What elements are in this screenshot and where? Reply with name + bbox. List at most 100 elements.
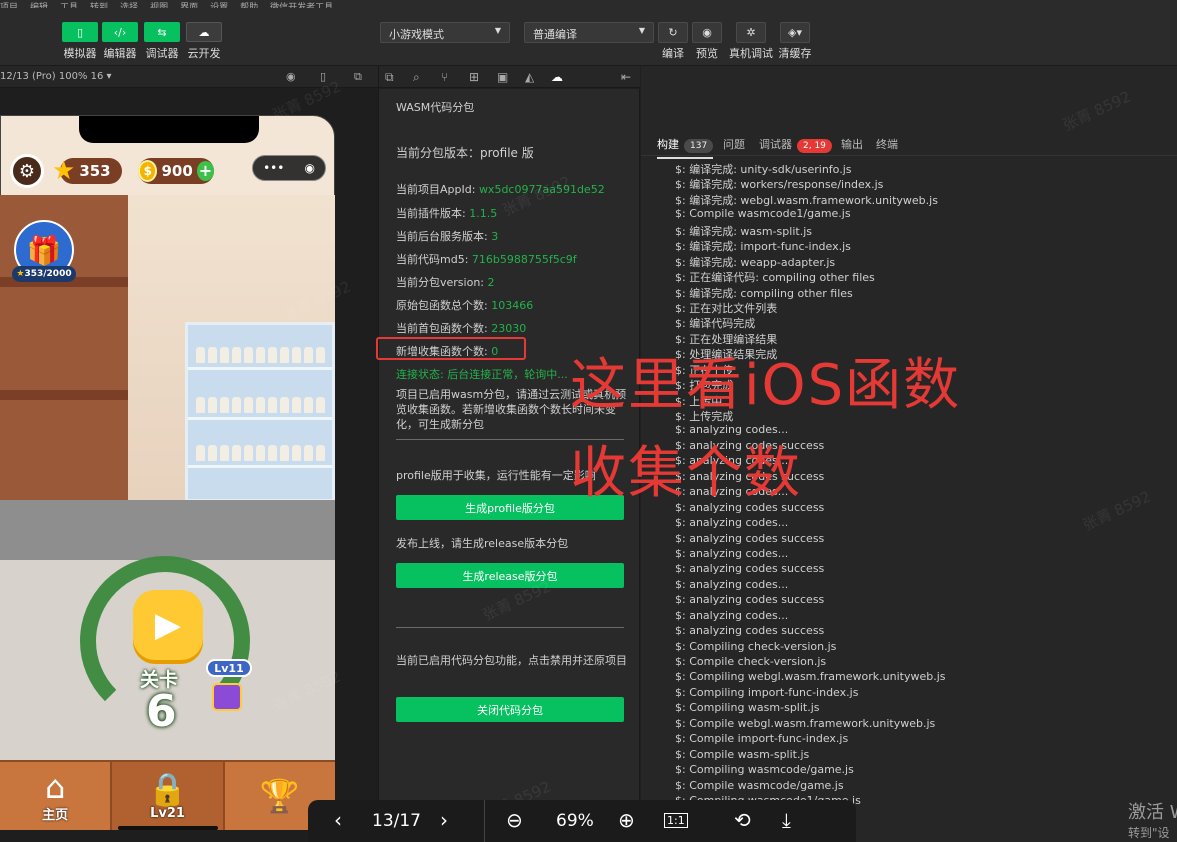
phone-notch	[79, 116, 259, 143]
generate-release-button[interactable]: 生成release版分包	[396, 563, 624, 588]
editor-toggle-button[interactable]: ‹/›	[102, 22, 138, 42]
tab-terminal[interactable]: 终端	[876, 136, 898, 152]
menu-item[interactable]: 转到	[90, 3, 108, 8]
log-line: $: Compiling webgl.wasm.framework.unityw…	[675, 670, 946, 684]
search-icon[interactable]: ⌕	[413, 70, 420, 85]
device-info[interactable]: 12/13 (Pro) 100% 16 ▾	[0, 71, 112, 82]
home-indicator	[118, 826, 218, 830]
windows-activation-hint: 转到"设	[1128, 826, 1170, 840]
more-icon[interactable]: •••	[263, 161, 284, 175]
arrows-icon: ⇆	[157, 25, 167, 39]
log-line: $: analyzing codes success	[675, 531, 825, 545]
plugin-label: 当前插件版本:	[396, 207, 466, 220]
miniprogram-capsule[interactable]: ••• ◉	[252, 155, 326, 181]
cloud-dev-icon[interactable]: ▣	[497, 70, 508, 84]
appid-label: 当前项目AppId:	[396, 183, 476, 196]
collapse-panel-icon[interactable]: ⇤	[621, 70, 631, 84]
pkg-version-label: 当前分包version:	[396, 276, 484, 289]
log-line: $: analyzing codes success	[675, 624, 825, 638]
add-coin-icon[interactable]: +	[196, 161, 214, 181]
backend-row: 当前后台服务版本: 3	[396, 228, 498, 244]
caret-down-icon: ▼	[638, 26, 645, 35]
zoom-out-icon[interactable]: ⊖	[506, 808, 523, 832]
tab-output[interactable]: 输出	[841, 136, 863, 152]
game-fridge	[185, 322, 335, 502]
rotate-icon[interactable]: ⟲	[734, 808, 751, 832]
orig-func-label: 原始包函数总个数:	[396, 299, 488, 312]
menu-item[interactable]: 微信开发者工具	[270, 3, 333, 8]
debugger-toggle-button[interactable]: ⇆	[144, 22, 180, 42]
log-line: $: Compile wasmcode1/game.js	[675, 207, 851, 221]
game-counter	[0, 500, 335, 560]
log-line: $: 编译完成: compiling other files	[675, 286, 853, 300]
pkg-version-value: 2	[487, 276, 495, 289]
actual-size-icon[interactable]: 1:1	[664, 813, 688, 828]
lock-icon: 🔒	[147, 769, 188, 808]
md5-row: 当前代码md5: 716b5988755f5c9f	[396, 251, 577, 267]
branch-icon[interactable]: ⑂	[441, 70, 448, 84]
first-func-label: 当前首包函数个数:	[396, 322, 488, 335]
extensions-icon[interactable]: ⊞	[469, 70, 479, 84]
house-icon: ⌂	[45, 767, 66, 806]
files-icon[interactable]: ⧉	[385, 70, 394, 85]
tab-debugger[interactable]: 调试器 2, 19	[759, 136, 832, 153]
mode-select[interactable]: 小游戏模式 ▼	[380, 22, 510, 43]
simulator-toggle-button[interactable]: ▯	[62, 22, 98, 42]
settings-gear-icon[interactable]: ⚙	[10, 154, 44, 188]
gift-progress: ★ 353/2000	[12, 266, 76, 282]
menu-item[interactable]: 工具	[60, 3, 78, 8]
cloud-button[interactable]: ☁	[186, 22, 222, 42]
compile-button[interactable]: ↻	[658, 22, 688, 43]
menu-item[interactable]: 帮助	[240, 3, 258, 8]
log-line: $: analyzing codes success	[675, 593, 825, 607]
coin-icon: $	[138, 160, 158, 182]
divider	[484, 800, 485, 842]
page-indicator: 13/17	[372, 811, 421, 831]
zoom-in-icon[interactable]: ⊕	[618, 808, 635, 832]
whale-icon[interactable]: ◭	[525, 70, 534, 84]
coin-counter: $900 +	[138, 158, 214, 184]
play-button[interactable]: ▶	[133, 590, 203, 660]
log-line: $: Compiling check-version.js	[675, 639, 837, 653]
window-icon[interactable]: ⧉	[354, 70, 362, 84]
preview-label: 预览	[696, 47, 718, 60]
menu-item[interactable]: 项目	[0, 3, 18, 8]
clear-cache-button[interactable]: ◈▾	[780, 22, 810, 43]
disable-description: 当前已启用代码分包功能，点击禁用并还原项目	[396, 654, 627, 667]
log-line: $: analyzing codes...	[675, 577, 789, 591]
menu-item[interactable]: 界面	[180, 3, 198, 8]
close-split-button[interactable]: 关闭代码分包	[396, 697, 624, 722]
tab-home[interactable]: ⌂ 主页	[0, 762, 113, 830]
connection-status: 连接状态: 后台连接正常，轮询中...	[396, 368, 568, 381]
log-line: $: 编译完成: workers/response/index.js	[675, 178, 884, 192]
next-page-icon[interactable]: ›	[440, 808, 448, 832]
tab-locked[interactable]: 🔒 Lv21	[112, 762, 225, 830]
close-target-icon[interactable]: ◉	[304, 161, 314, 175]
log-line: $: 正在编译代码: compiling other files	[675, 271, 875, 285]
tab-build[interactable]: 构建 137	[657, 136, 714, 159]
tab-problems[interactable]: 问题	[723, 136, 745, 152]
preview-button[interactable]: ◉	[692, 22, 722, 43]
previous-page-icon[interactable]: ‹	[334, 808, 342, 832]
annotation-line-1: 这里看iOS函数	[570, 353, 962, 418]
fridge-bottles	[196, 397, 325, 413]
compile-mode-select[interactable]: 普通编译 ▼	[524, 22, 654, 43]
wasm-plugin-icon[interactable]: ☁	[551, 70, 563, 84]
menu-item[interactable]: 视图	[150, 3, 168, 8]
menu-item[interactable]: 选择	[120, 3, 138, 8]
record-icon[interactable]: ◉	[286, 70, 296, 83]
remote-debug-button[interactable]: ✲	[736, 22, 766, 43]
shelf-board	[0, 390, 128, 400]
menu-item[interactable]: 设置	[210, 3, 228, 8]
log-line: $: Compile check-version.js	[675, 655, 827, 668]
windows-activation-title: 激活 W	[1128, 802, 1177, 823]
fridge-shelf	[188, 417, 332, 420]
log-line: $: analyzing codes...	[675, 608, 789, 622]
cloud-label: 云开发	[187, 47, 221, 60]
menu-item[interactable]: 编辑	[30, 3, 48, 8]
star-counter: ★ 353	[52, 156, 122, 186]
remote-debug-label: 真机调试	[729, 47, 773, 60]
treasure-chest-icon[interactable]	[212, 683, 242, 711]
log-line: $: Compile wasm-split.js	[675, 747, 810, 761]
download-icon[interactable]: ⤓	[782, 808, 791, 832]
